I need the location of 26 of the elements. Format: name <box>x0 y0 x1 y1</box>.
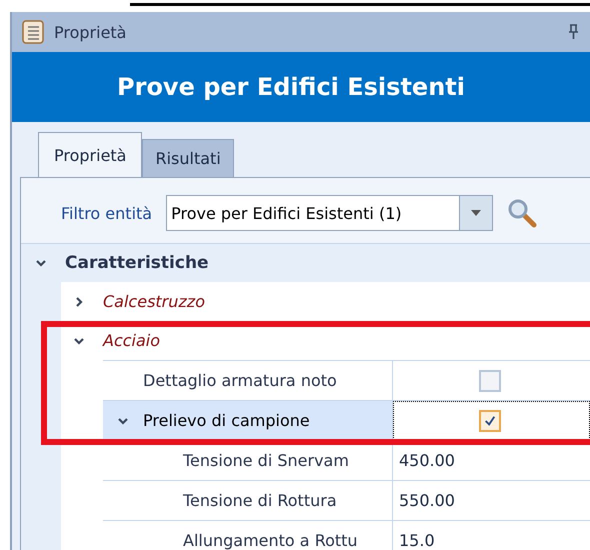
chevron-right-icon[interactable] <box>73 296 85 308</box>
property-label: Allungamento a Rottu <box>183 531 358 550</box>
checkmark-icon <box>484 414 496 426</box>
category-label: Caratteristiche <box>65 253 209 273</box>
window-title: Proprietà <box>54 22 126 42</box>
property-value[interactable]: 15.0 <box>399 531 435 550</box>
filter-label: Filtro entità <box>61 204 152 222</box>
tab[interactable]: Proprietà <box>38 132 142 177</box>
checkbox[interactable] <box>479 370 501 392</box>
property-value[interactable]: 550.00 <box>399 491 455 510</box>
checkbox[interactable] <box>479 410 501 432</box>
caret-icon <box>471 210 482 216</box>
search-icon[interactable] <box>507 198 538 228</box>
property-label: Prelievo di campione <box>143 411 310 430</box>
header-title: Prove per Edifici Esistenti <box>117 73 465 101</box>
subcategory-label: Calcestruzzo <box>103 292 205 311</box>
chevron-down-icon[interactable] <box>35 257 47 269</box>
property-label: Tensione di Rottura <box>183 491 337 510</box>
notepad-icon <box>22 20 44 44</box>
property-value[interactable]: 450.00 <box>399 451 455 470</box>
property-label: Dettaglio armatura noto <box>143 371 337 390</box>
subcategory-label: Acciaio <box>103 331 160 350</box>
property-label: Tensione di Snervam <box>183 451 349 470</box>
tab[interactable]: Risultati <box>142 139 234 177</box>
filter-dropdown[interactable]: Prove per Edifici Esistenti (1) <box>166 195 494 231</box>
pin-icon[interactable] <box>568 24 578 40</box>
